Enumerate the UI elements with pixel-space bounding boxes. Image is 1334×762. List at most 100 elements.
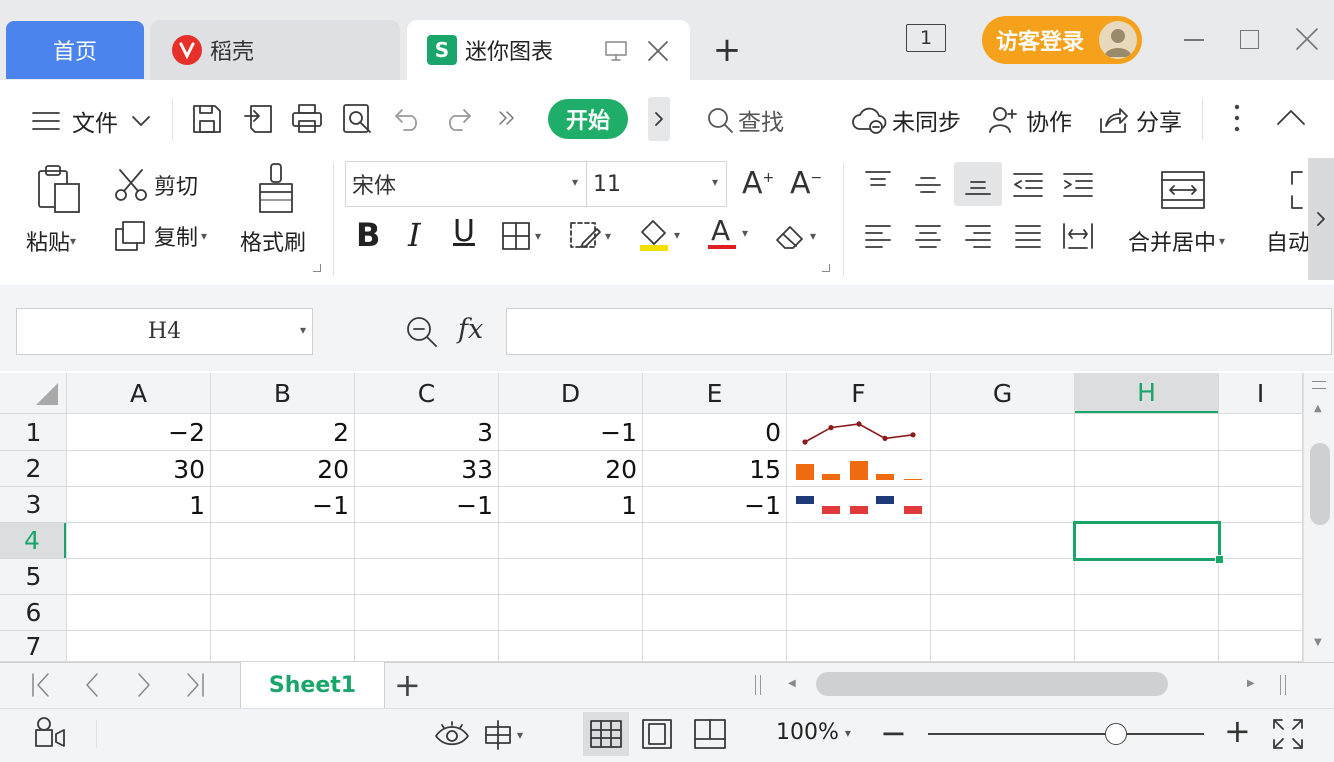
cell-c1[interactable]: 3 [355, 414, 499, 451]
merge-center-button[interactable]: 合并居中 ▾ [1128, 225, 1225, 257]
bold-button[interactable]: B [356, 216, 380, 254]
zoom-formula-icon[interactable] [405, 315, 439, 349]
maximize-icon[interactable] [1240, 30, 1259, 49]
font-name-select[interactable]: 宋体 ▾ [345, 161, 587, 207]
close-tab-icon[interactable] [647, 40, 669, 62]
prev-sheet-icon[interactable] [84, 672, 100, 698]
cell-style-button[interactable]: ▾ [569, 221, 611, 251]
page-break-view-icon[interactable] [694, 719, 726, 749]
select-all-corner[interactable] [0, 373, 67, 414]
align-center-icon[interactable] [914, 224, 942, 250]
font-dialog-launcher-icon[interactable] [822, 264, 830, 272]
zoom-slider[interactable] [928, 722, 1204, 746]
row-header-3[interactable]: 3 [0, 487, 67, 523]
more-chevrons-icon[interactable] [498, 111, 516, 125]
formula-input[interactable] [506, 308, 1332, 355]
share-button[interactable]: 分享 [1098, 103, 1182, 137]
close-window-icon[interactable] [1296, 28, 1318, 50]
column-header-h[interactable]: H [1075, 373, 1219, 414]
vertical-scrollbar[interactable]: ▲ ▼ [1303, 373, 1334, 662]
hscroll-split-icon[interactable] [755, 675, 761, 695]
page-layout-view-icon[interactable] [642, 719, 672, 749]
cell-a2[interactable]: 30 [67, 451, 211, 487]
sync-status-button[interactable]: 未同步 [852, 103, 961, 137]
tab-home[interactable]: 首页 [6, 21, 144, 79]
zoom-level-select[interactable]: 100% ▾ [776, 720, 851, 745]
align-top-icon[interactable] [864, 170, 892, 194]
row-header-7[interactable]: 7 [0, 631, 67, 662]
new-tab-button[interactable]: + [710, 28, 744, 72]
file-menu[interactable]: 文件 [32, 104, 150, 138]
insert-function-button[interactable]: fx [458, 314, 483, 345]
underline-button[interactable]: U [453, 214, 475, 249]
column-header-c[interactable]: C [355, 373, 499, 414]
minimize-icon[interactable] [1184, 39, 1204, 41]
add-sheet-button[interactable]: + [394, 666, 421, 704]
horizontal-scroll-thumb[interactable] [816, 672, 1168, 696]
paint-brush-icon[interactable] [256, 162, 296, 214]
scroll-right-arrow-icon[interactable]: ▶ [1247, 678, 1255, 689]
freeze-panes-button[interactable]: ▾ [482, 719, 523, 751]
last-sheet-icon[interactable] [184, 672, 206, 698]
cut-button[interactable]: 剪切 [114, 168, 198, 202]
eye-protection-icon[interactable] [434, 720, 470, 748]
column-header-g[interactable]: G [931, 373, 1075, 414]
vscroll-top-icon[interactable] [1312, 381, 1326, 389]
vertical-scroll-thumb[interactable] [1310, 443, 1330, 525]
scroll-down-arrow-icon[interactable]: ▼ [1314, 637, 1322, 648]
sheet-tab-sheet1[interactable]: Sheet1 [240, 662, 385, 708]
row-header-1[interactable]: 1 [0, 414, 67, 451]
active-cell-selection[interactable] [1073, 521, 1221, 561]
cell-b2[interactable]: 20 [211, 451, 355, 487]
align-middle-icon[interactable] [914, 174, 942, 198]
align-right-icon[interactable] [964, 224, 992, 250]
column-header-i[interactable]: I [1219, 373, 1303, 414]
row-header-4[interactable]: 4 [0, 523, 67, 559]
cell-d3[interactable]: 1 [499, 487, 643, 523]
tab-mini-chart[interactable]: S 迷你图表 [407, 20, 690, 80]
ribbon-tabs-next-button[interactable] [648, 97, 670, 141]
macro-record-icon[interactable] [32, 716, 66, 750]
fill-handle[interactable] [1215, 555, 1224, 564]
collaborate-button[interactable]: 协作 [988, 103, 1072, 137]
font-size-select[interactable]: 11 ▾ [586, 161, 727, 207]
row-header-6[interactable]: 6 [0, 595, 67, 631]
increase-font-size-icon[interactable]: A+ [742, 166, 774, 201]
auto-wrap-button[interactable]: 自动 [1266, 225, 1308, 257]
page-indicator[interactable]: 1 [906, 24, 946, 52]
column-header-f[interactable]: F [787, 373, 931, 414]
cell-c2[interactable]: 33 [355, 451, 499, 487]
print-preview-icon[interactable] [342, 103, 374, 135]
print-icon[interactable] [291, 103, 323, 135]
name-box[interactable]: H4 ▾ [16, 308, 313, 355]
decrease-indent-icon[interactable] [1012, 172, 1044, 198]
justify-icon[interactable] [1014, 224, 1042, 250]
zoom-out-button[interactable]: − [880, 714, 907, 752]
normal-view-button[interactable] [583, 712, 629, 756]
fullscreen-icon[interactable] [1272, 718, 1304, 750]
clipboard-dialog-launcher-icon[interactable] [313, 264, 321, 272]
screen-icon[interactable] [605, 41, 627, 61]
column-header-b[interactable]: B [211, 373, 355, 414]
cell-b1[interactable]: 2 [211, 414, 355, 451]
decrease-font-size-icon[interactable]: A− [790, 166, 822, 201]
cell-d1[interactable]: −1 [499, 414, 643, 451]
row-header-5[interactable]: 5 [0, 559, 67, 595]
align-bottom-icon[interactable] [954, 162, 1002, 206]
cell-e2[interactable]: 15 [643, 451, 787, 487]
distributed-align-icon[interactable] [1062, 222, 1094, 250]
borders-button[interactable]: ▾ [501, 221, 541, 251]
column-header-d[interactable]: D [499, 373, 643, 414]
zoom-in-button[interactable]: + [1224, 712, 1251, 750]
align-left-icon[interactable] [864, 224, 892, 250]
cell-b3[interactable]: −1 [211, 487, 355, 523]
cell-e1[interactable]: 0 [643, 414, 787, 451]
tab-daoke[interactable]: 稻壳 [150, 20, 400, 80]
column-header-a[interactable]: A [67, 373, 211, 414]
start-tab-button[interactable]: 开始 [548, 99, 628, 139]
italic-button[interactable]: I [408, 216, 421, 254]
paste-icon[interactable] [36, 164, 82, 214]
export-icon[interactable] [243, 102, 275, 134]
redo-icon[interactable] [444, 106, 472, 132]
search-button[interactable]: 查找 [706, 103, 784, 137]
